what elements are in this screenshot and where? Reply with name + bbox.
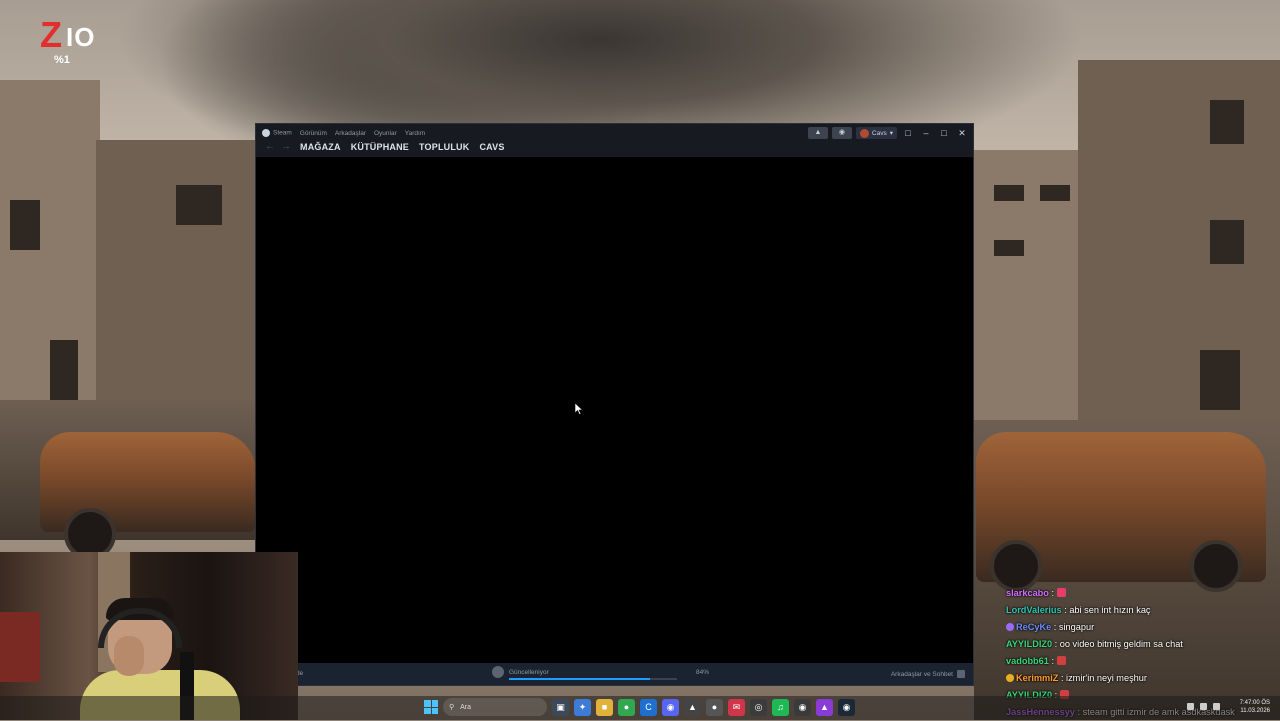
nav-store[interactable]: MAĞAZA [300, 142, 341, 152]
chevron-down-icon: ▾ [889, 130, 893, 137]
game-icon[interactable]: ▲ [816, 698, 833, 716]
chat-username[interactable]: LordValerius [1006, 605, 1062, 615]
task-view-icon[interactable]: ▣ [552, 698, 569, 716]
spotify-icon[interactable]: ♫ [772, 698, 789, 716]
forward-arrow-icon[interactable]: → [278, 141, 294, 152]
update-progress-bar [509, 678, 677, 680]
chat-message: vadobb61 : [1006, 653, 1280, 670]
bell-icon[interactable]: ◉ [831, 127, 852, 139]
friends-chat-label: Arkadaşlar ve Sohbet [890, 670, 953, 678]
chat-username[interactable]: AYYILDIZ0 [1006, 639, 1052, 649]
nav-library[interactable]: KÜTÜPHANE [351, 142, 409, 152]
chat-username[interactable]: KerimmiZ [1016, 673, 1058, 683]
steam-menu-item[interactable]: Görünüm [300, 130, 327, 137]
chat-emote-icon [1056, 656, 1066, 665]
steam-nav: ← → MAĞAZA KÜTÜPHANE TOPLULUK CAVS [262, 141, 505, 152]
megaphone-icon[interactable]: ▲ [807, 127, 828, 139]
steam-status-bar: de Güncelleniyor 84% Arkadaşlar ve Sohbe… [256, 663, 973, 685]
steam-menu-item[interactable]: Oyunlar [374, 130, 397, 137]
steam-menu-item[interactable]: Steam [262, 129, 292, 137]
update-status[interactable]: Güncelleniyor [492, 666, 549, 678]
big-picture-icon[interactable]: □ [901, 128, 915, 138]
copilot-icon[interactable]: ✦ [574, 698, 591, 716]
chat-badge-icon [1006, 623, 1014, 631]
system-tray[interactable] [1187, 703, 1220, 710]
clock-date: 11.03.2026 [1240, 708, 1270, 714]
chat-text: : oo video bitmiş geldim sa chat [1052, 639, 1183, 649]
nav-community[interactable]: TOPLULUK [419, 142, 469, 152]
steam-menu-item[interactable]: Yardım [405, 130, 425, 137]
chat-username[interactable]: ReCyKe [1016, 622, 1051, 632]
taskbar-clock[interactable]: 7:47:00 ÖS 11.03.2026 [1240, 699, 1270, 715]
chat-badge-icon [1006, 674, 1014, 682]
chat-username[interactable]: vadobb61 [1006, 656, 1049, 666]
webcam-feed [0, 552, 298, 720]
chat-username[interactable]: slarkcabo [1006, 588, 1049, 598]
friends-chat-icon [957, 670, 965, 678]
edge-icon[interactable]: C [640, 698, 657, 716]
steam-window[interactable]: Steam Görünüm Arkadaşlar Oyunlar Yardım … [255, 123, 974, 686]
mouse-cursor-icon [575, 403, 583, 415]
stream-logo: Z IO %1 [38, 14, 110, 70]
account-menu[interactable]: Cavs ▾ [855, 127, 897, 139]
chat-text: : singapur [1051, 622, 1095, 632]
update-progress-fill [509, 678, 651, 680]
maximize-icon[interactable]: □ [937, 128, 951, 138]
nav-profile[interactable]: CAVS [479, 142, 504, 152]
download-icon [492, 666, 504, 678]
chat-message: KerimmiZ : izmir'in neyi meşhur [1006, 670, 1280, 687]
file-explorer-icon[interactable]: ■ [596, 698, 613, 716]
chat-text: : izmir'in neyi meşhur [1058, 673, 1147, 683]
app-icon[interactable]: ▲ [684, 698, 701, 716]
obs-icon[interactable]: ● [706, 698, 723, 716]
mail-icon[interactable]: ✉ [728, 698, 745, 716]
minimize-icon[interactable]: – [919, 128, 933, 138]
back-arrow-icon[interactable]: ← [262, 141, 278, 152]
update-label: Güncelleniyor [509, 668, 549, 676]
steam-menu-bar: Steam Görünüm Arkadaşlar Oyunlar Yardım [262, 129, 425, 137]
chat-message: AYYILDIZ0 : oo video bitmiş geldim sa ch… [1006, 636, 1280, 653]
discord-icon[interactable]: ◉ [662, 698, 679, 716]
xbox-icon[interactable]: ◎ [750, 698, 767, 716]
steam-titlebar[interactable]: Steam Görünüm Arkadaşlar Oyunlar Yardım … [256, 124, 973, 157]
steam-active-icon[interactable]: ◉ [838, 698, 855, 716]
friends-chat-button[interactable]: Arkadaşlar ve Sohbet [891, 670, 965, 678]
chat-message: ReCyKe : singapur [1006, 619, 1280, 636]
start-icon[interactable] [424, 700, 438, 714]
avatar [859, 128, 869, 138]
chat-text: : abi sen int hızın kaç [1061, 605, 1151, 615]
logo-z: Z [40, 14, 62, 55]
search-icon: ⚲ [449, 704, 455, 711]
search-placeholder: Ara [460, 703, 472, 711]
steam-menu-item[interactable]: Arkadaşlar [335, 130, 366, 137]
chat-message: LordValerius : abi sen int hızın kaç [1006, 602, 1280, 619]
logo-io: IO [66, 22, 96, 52]
chat-text: : [1048, 656, 1057, 666]
update-percent: 84% [696, 669, 710, 676]
logo-percent: %1 [54, 54, 70, 66]
chrome-icon[interactable]: ● [618, 698, 635, 716]
account-name: Cavs [871, 129, 887, 137]
steam-taskbar-icon[interactable]: ◉ [794, 698, 811, 716]
steam-logo-icon [262, 129, 270, 137]
chat-message: slarkcabo : [1006, 585, 1280, 602]
steam-titlebar-controls: ▲ ◉ Cavs ▾ □ – □ ✕ [807, 127, 969, 139]
chat-text: : [1048, 588, 1057, 598]
taskbar-search[interactable]: ⚲ Ara [443, 698, 547, 716]
windows-taskbar: ⚲ Ara ▣ ✦ ■ ● C ◉ ▲ ● ✉ ◎ ♫ ◉ ▲ ◉ 7:47:0… [0, 696, 1280, 720]
chat-emote-icon [1056, 588, 1066, 597]
close-icon[interactable]: ✕ [955, 128, 969, 139]
clock-time: 7:47:00 ÖS [1239, 700, 1270, 706]
